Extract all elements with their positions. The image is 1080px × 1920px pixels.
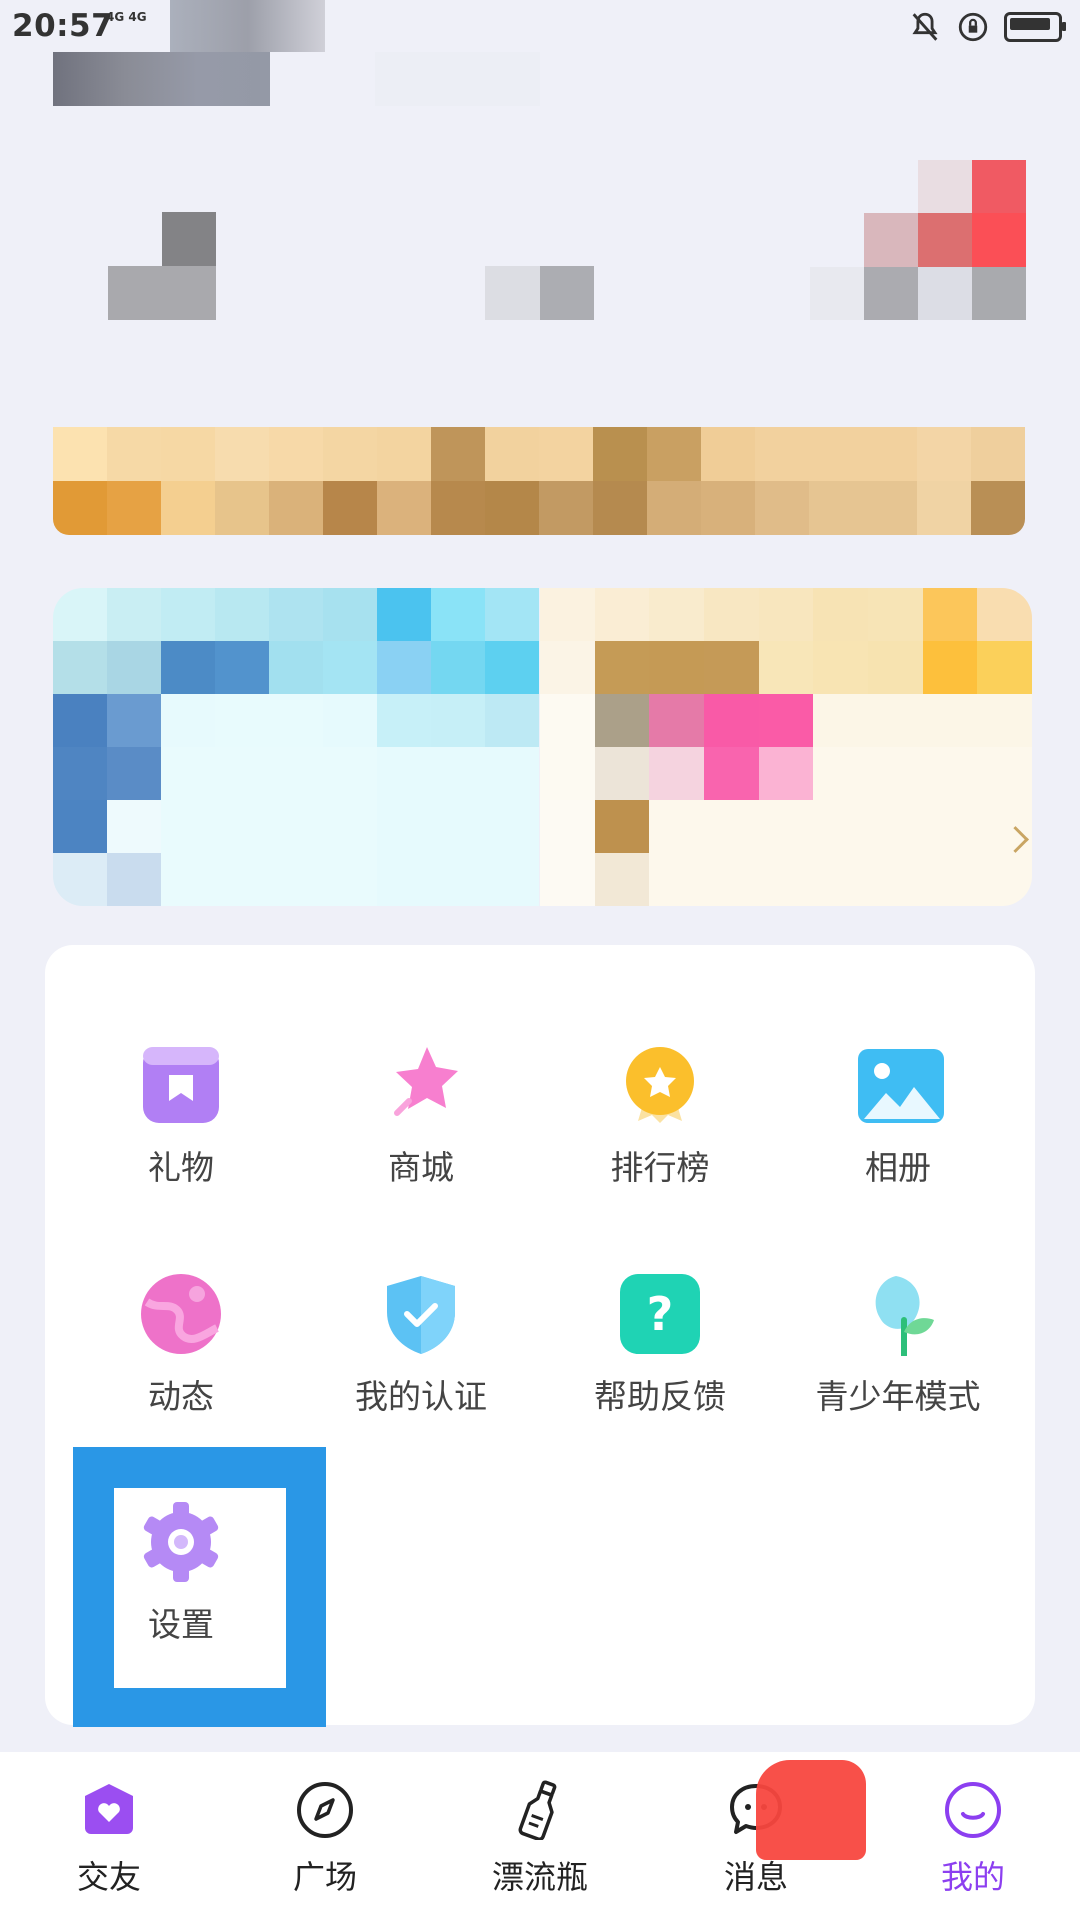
medal-icon bbox=[618, 1043, 702, 1127]
gift-icon bbox=[139, 1043, 223, 1127]
stat-blur-2b bbox=[540, 266, 594, 320]
menu-label: 设置 bbox=[148, 1605, 214, 1644]
menu-item-teen-mode[interactable]: 青少年模式 bbox=[778, 1272, 1018, 1418]
menu-item-album[interactable]: 相册 bbox=[778, 1043, 1018, 1189]
stat-blur-1b bbox=[162, 212, 216, 266]
vip-banner[interactable] bbox=[53, 427, 1025, 535]
menu-label: 排行榜 bbox=[610, 1148, 710, 1187]
menu-item-mall[interactable]: 商城 bbox=[301, 1043, 541, 1189]
nav-label: 交友 bbox=[76, 1858, 141, 1896]
nav-label: 我的 bbox=[940, 1858, 1005, 1896]
stat-blur-3 bbox=[810, 160, 1026, 320]
photo-album-icon bbox=[856, 1043, 944, 1127]
menu-item-verification[interactable]: 我的认证 bbox=[301, 1272, 541, 1418]
nav-item-bottle[interactable]: 漂流瓶 bbox=[460, 1780, 620, 1898]
menu-item-ranking[interactable]: 排行榜 bbox=[540, 1043, 780, 1189]
name-blur bbox=[375, 52, 540, 106]
feature-card-right[interactable] bbox=[540, 588, 1032, 906]
menu-item-settings[interactable]: 设置 bbox=[61, 1500, 301, 1646]
rotation-lock-icon bbox=[958, 12, 988, 42]
menu-label: 我的认证 bbox=[355, 1377, 487, 1416]
network-indicator: 4G 4G bbox=[106, 10, 147, 24]
sprout-leaf-icon bbox=[856, 1272, 940, 1359]
message-badge-blur bbox=[756, 1760, 866, 1860]
svg-text:?: ? bbox=[647, 1287, 674, 1341]
star-wand-icon bbox=[379, 1043, 463, 1127]
menu-item-gift[interactable]: 礼物 bbox=[61, 1043, 301, 1189]
home-heart-icon bbox=[79, 1780, 139, 1840]
menu-label: 相册 bbox=[865, 1148, 931, 1187]
nav-item-plaza[interactable]: 广场 bbox=[245, 1780, 405, 1898]
status-blur bbox=[170, 0, 325, 52]
compass-icon bbox=[295, 1780, 355, 1840]
profile-smile-icon bbox=[943, 1780, 1003, 1840]
feature-card-left[interactable] bbox=[53, 588, 539, 906]
menu-label: 动态 bbox=[148, 1377, 214, 1416]
avatar-blur bbox=[53, 52, 270, 106]
status-time: 20:57 bbox=[12, 8, 114, 44]
menu-label: 礼物 bbox=[148, 1148, 214, 1187]
bottle-icon bbox=[510, 1780, 570, 1842]
help-question-icon: ? bbox=[618, 1272, 702, 1356]
menu-label: 商城 bbox=[388, 1148, 454, 1187]
nav-item-friends[interactable]: 交友 bbox=[29, 1780, 189, 1898]
menu-item-help[interactable]: ? 帮助反馈 bbox=[540, 1272, 780, 1418]
menu-label: 帮助反馈 bbox=[594, 1377, 726, 1416]
planet-icon bbox=[139, 1272, 223, 1356]
menu-item-moments[interactable]: 动态 bbox=[61, 1272, 301, 1418]
nav-label: 广场 bbox=[292, 1858, 357, 1896]
nav-item-mine[interactable]: 我的 bbox=[893, 1780, 1053, 1898]
nav-label: 漂流瓶 bbox=[491, 1858, 588, 1896]
gear-icon bbox=[139, 1500, 223, 1584]
shield-check-icon bbox=[379, 1272, 463, 1356]
battery-icon bbox=[1004, 12, 1066, 42]
status-right-icons bbox=[908, 10, 1066, 44]
menu-label: 青少年模式 bbox=[815, 1377, 981, 1416]
bell-muted-icon bbox=[912, 12, 938, 41]
